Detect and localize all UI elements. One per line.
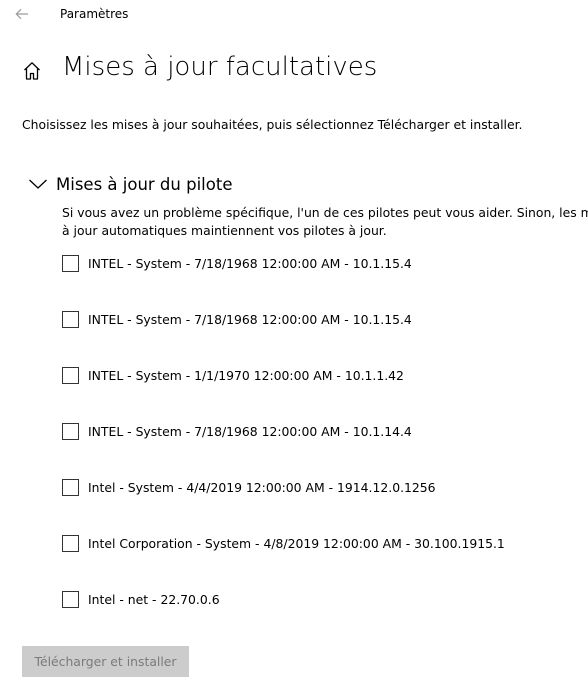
back-button[interactable] [10,3,34,25]
driver-label: INTEL - System - 1/1/1970 12:00:00 AM - … [88,368,404,383]
driver-label: INTEL - System - 7/18/1968 12:00:00 AM -… [88,424,412,439]
driver-item[interactable]: INTEL - System - 1/1/1970 12:00:00 AM - … [62,366,505,422]
driver-label: INTEL - System - 7/18/1968 12:00:00 AM -… [88,312,412,327]
driver-item[interactable]: Intel Corporation - System - 4/8/2019 12… [62,534,505,590]
arrow-left-icon [15,8,28,20]
driver-item[interactable]: INTEL - System - 7/18/1968 12:00:00 AM -… [62,422,505,478]
driver-checkbox[interactable] [62,535,79,552]
driver-item[interactable]: Intel - net - 22.70.0.6 [62,590,505,646]
driver-checkbox[interactable] [62,255,79,272]
driver-checkbox[interactable] [62,423,79,440]
section-description: Si vous avez un problème spécifique, l'u… [62,205,588,238]
title-bar: Paramètres [0,0,588,30]
driver-list: INTEL - System - 7/18/1968 12:00:00 AM -… [62,254,505,646]
page-title: Mises à jour facultatives [62,52,378,82]
driver-label: Intel Corporation - System - 4/8/2019 12… [88,536,505,551]
driver-label: INTEL - System - 7/18/1968 12:00:00 AM -… [88,256,412,271]
driver-checkbox[interactable] [62,591,79,608]
home-icon [24,62,40,80]
app-title: Paramètres [60,7,129,21]
section-title: Mises à jour du pilote [56,174,233,194]
driver-label: Intel - net - 22.70.0.6 [88,592,220,607]
driver-section-toggle[interactable]: Mises à jour du pilote [28,171,232,197]
driver-label: Intel - System - 4/4/2019 12:00:00 AM - … [88,480,436,495]
driver-checkbox[interactable] [62,311,79,328]
driver-item[interactable]: INTEL - System - 7/18/1968 12:00:00 AM -… [62,254,505,310]
intro-text: Choisissez les mises à jour souhaitées, … [22,117,523,132]
download-install-button[interactable]: Télécharger et installer [22,646,189,677]
driver-checkbox[interactable] [62,479,79,496]
chevron-down-icon [29,179,47,189]
driver-item[interactable]: Intel - System - 4/4/2019 12:00:00 AM - … [62,478,505,534]
home-button[interactable] [20,59,44,83]
driver-item[interactable]: INTEL - System - 7/18/1968 12:00:00 AM -… [62,310,505,366]
driver-checkbox[interactable] [62,367,79,384]
